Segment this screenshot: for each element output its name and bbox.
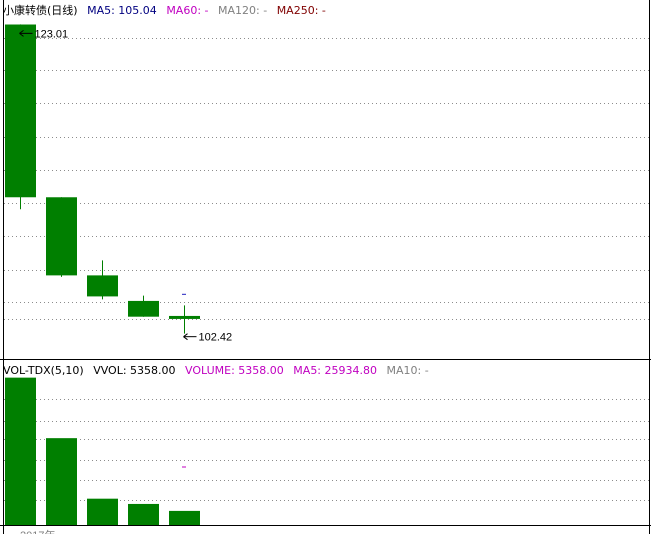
volume-grid [4,399,649,501]
candle-body [128,300,159,317]
volume-bar [169,510,200,525]
vol-ma5-legend: MA5: 25934.80 [293,364,377,377]
chart-frame: 2017年 [0,0,651,534]
volume-legend-value: VOLUME: 5358.00 [185,364,284,377]
annotation-label: 123.01 [35,28,69,40]
candle-body [169,315,200,319]
candle-body [5,24,36,198]
kline-legend: 小康转债(日线) MA5: 105.04 MA60: - MA120: - MA… [3,4,332,17]
candle-body [87,275,118,297]
volume-legend: VOL-TDX(5,10) VVOL: 5358.00 VOLUME: 5358… [3,364,435,377]
vvol-legend: VVOL: 5358.00 [93,364,176,377]
low-price-annotation: 102.42 [183,332,233,344]
indicator-name[interactable]: VOL-TDX(5,10) [3,364,84,377]
ma5-legend: MA5: 105.04 [87,4,157,17]
volume-bar [46,438,77,525]
volume-bar [128,503,159,525]
volume-bar [87,498,118,525]
volume-bars [5,377,200,525]
ma120-legend: MA120: - [218,4,268,17]
security-name[interactable]: 小康转债(日线) [3,4,78,17]
kline-annotations: 123.01 102.42 [19,28,233,344]
candle-body [46,197,77,276]
year-axis-label: 2017年 [20,528,55,534]
ma60-legend: MA60: - [166,4,209,17]
volume-bar [5,377,36,525]
annotation-label: 102.42 [199,332,233,344]
vol-ma10-legend: MA10: - [386,364,429,377]
kline-candles [5,24,200,334]
chart-canvas[interactable]: 123.01 102.42 2017年 [0,0,651,534]
ma250-legend: MA250: - [276,4,326,17]
